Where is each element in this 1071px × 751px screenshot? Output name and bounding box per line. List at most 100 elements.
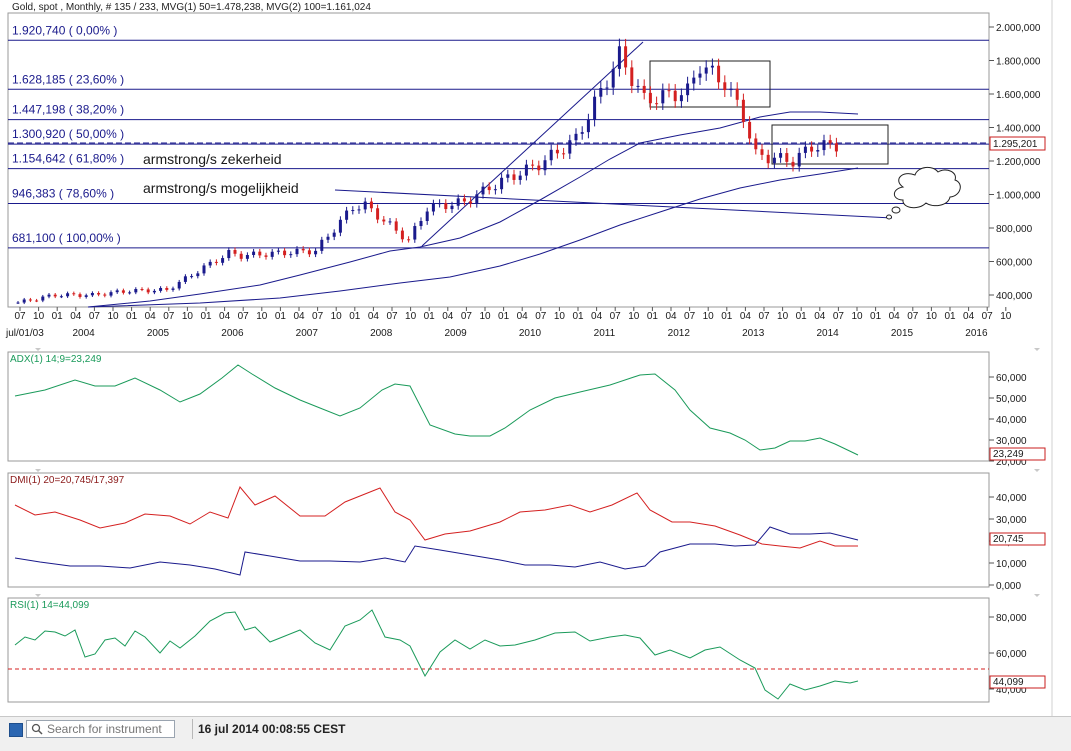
- time-axis-year: 2012: [668, 328, 691, 339]
- adx-value: 23,249: [993, 449, 1024, 460]
- candle-body: [301, 248, 305, 251]
- candle-body: [469, 201, 473, 204]
- candle-body: [679, 95, 683, 102]
- candle-body: [128, 292, 132, 294]
- time-axis-month: 04: [70, 311, 82, 322]
- panel-collapse-right-3[interactable]: [1034, 594, 1040, 597]
- time-axis-month: 04: [368, 311, 380, 322]
- candle-body: [382, 219, 386, 222]
- fib-label-5: 946,383 ( 78,60% ): [12, 186, 114, 200]
- time-axis-month: 04: [591, 311, 603, 322]
- candle-body: [351, 210, 355, 212]
- candle-body: [245, 255, 249, 259]
- candle-body: [214, 261, 218, 263]
- candle-body: [630, 67, 634, 86]
- candle-body: [78, 294, 82, 297]
- adx-title: ADX(1) 14;9=23,249: [10, 354, 102, 365]
- adx-axis-label: 60,000: [996, 373, 1027, 384]
- candle-body: [717, 65, 721, 83]
- candle-body: [221, 258, 225, 263]
- candle-body: [512, 174, 516, 180]
- panel-collapse-right-2[interactable]: [1034, 469, 1040, 472]
- candle-body: [524, 164, 528, 176]
- candle-body: [667, 90, 671, 92]
- candle-body: [109, 292, 113, 296]
- time-axis-year: 2005: [147, 328, 170, 339]
- candle-body: [115, 290, 119, 293]
- candle-body: [369, 201, 373, 209]
- time-axis-month: 04: [517, 311, 529, 322]
- time-axis-month: 01: [126, 311, 138, 322]
- candle-body: [692, 77, 696, 84]
- time-axis-month: 04: [145, 311, 157, 322]
- time-axis-start: jul/01/03: [5, 328, 44, 339]
- price-panel[interactable]: Gold, spot , Monthly, # 135 / 233, MVG(1…: [5, 2, 1046, 339]
- time-axis-month: 04: [814, 311, 826, 322]
- panel-collapse-right-1[interactable]: [1034, 348, 1040, 351]
- time-axis-month: 04: [740, 311, 752, 322]
- candle-body: [636, 85, 640, 87]
- price-panel-title: Gold, spot , Monthly, # 135 / 233, MVG(1…: [12, 2, 371, 13]
- candle-body: [493, 189, 497, 191]
- fib-label-4: 1.154,642 ( 61,80% ): [12, 152, 124, 166]
- chart-type-icon[interactable]: [9, 723, 23, 737]
- panel-collapse-left-2[interactable]: [35, 469, 41, 472]
- dmi-value: 20,745: [993, 534, 1024, 545]
- candle-body: [400, 230, 404, 240]
- candle-body: [574, 133, 578, 141]
- dmi-panel[interactable]: DMI(1) 20=20,745/17,397 40,00030,00020,0…: [7, 472, 1046, 592]
- candle-body: [828, 140, 832, 144]
- search-icon: [29, 721, 45, 737]
- candle-body: [822, 140, 826, 151]
- candle-body: [648, 92, 652, 104]
- candle-body: [258, 251, 262, 256]
- time-axis-month: 01: [52, 311, 64, 322]
- candle-body: [407, 239, 411, 241]
- price-axis-label: 1.200,000: [996, 157, 1041, 168]
- candle-body: [754, 138, 758, 150]
- time-axis-month: 07: [89, 311, 101, 322]
- time-axis-month: 04: [963, 311, 975, 322]
- candle-body: [134, 289, 138, 293]
- candle-body: [41, 296, 45, 301]
- dmi-title: DMI(1) 20=20,745/17,397: [10, 475, 125, 486]
- candle-body: [531, 164, 535, 166]
- annotation-mogelijkheid[interactable]: armstrong/s mogelijkheid: [143, 180, 299, 196]
- panel-collapse-left-3[interactable]: [35, 594, 41, 597]
- time-axis-year: 2013: [742, 328, 765, 339]
- time-axis-month: 04: [219, 311, 231, 322]
- fib-label-6: 681,100 ( 100,00% ): [12, 231, 121, 245]
- time-axis-year: 2016: [965, 328, 988, 339]
- adx-panel[interactable]: ADX(1) 14;9=23,249 60,000 50,000 40,000 30,…: [7, 351, 1046, 468]
- status-datetime: 16 jul 2014 00:08:55 CEST: [198, 722, 346, 736]
- rsi-axis-label: 80,000: [996, 613, 1027, 624]
- dmi-axis-label: 0,000: [996, 581, 1021, 592]
- candle-body: [624, 46, 628, 68]
- candle-body: [543, 160, 547, 171]
- time-axis-month: 07: [907, 311, 919, 322]
- time-axis-month: 04: [665, 311, 677, 322]
- candle-body: [183, 276, 187, 282]
- instrument-search[interactable]: [26, 720, 175, 738]
- candle-body: [190, 276, 194, 278]
- candle-body: [518, 175, 522, 180]
- panel-collapse-left-1[interactable]: [35, 348, 41, 351]
- time-axis-month: 01: [498, 311, 510, 322]
- time-axis-month: 07: [312, 311, 324, 322]
- time-axis-month: 07: [461, 311, 473, 322]
- price-axis-label: 800,000: [996, 224, 1033, 235]
- candle-body: [357, 209, 361, 211]
- search-input[interactable]: [45, 722, 173, 736]
- candle-body: [84, 295, 88, 297]
- candle-body: [655, 103, 659, 105]
- time-axis-year: 2008: [370, 328, 393, 339]
- candle-body: [307, 250, 311, 255]
- candle-body: [314, 250, 318, 255]
- candle-body: [698, 73, 702, 78]
- candle-body: [605, 87, 609, 89]
- candle-body: [332, 232, 336, 237]
- rsi-panel[interactable]: RSI(1) 14=44,099 80,00060,00040,000 44,0…: [7, 597, 1046, 703]
- annotation-zekerheid[interactable]: armstrong/s zekerheid: [143, 151, 282, 167]
- chart-window: Gold, spot , Monthly, # 135 / 233, MVG(1…: [5, 0, 1053, 716]
- fib-label-0: 1.920,740 ( 0,00% ): [12, 23, 117, 37]
